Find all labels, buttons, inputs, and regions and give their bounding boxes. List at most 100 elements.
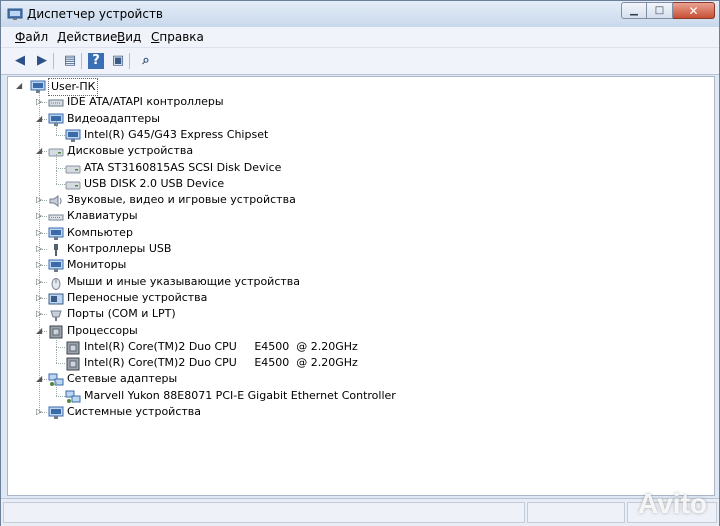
menu-label-rest: ид <box>125 30 142 44</box>
keyboard-icon <box>48 209 64 223</box>
expand-toggle[interactable]: ▷ <box>36 196 44 204</box>
tree-guide-line-child <box>56 153 57 168</box>
network-adapter-icon <box>65 389 81 403</box>
sound-device-icon <box>48 193 64 208</box>
expand-toggle[interactable]: ▷ <box>36 293 44 302</box>
close-icon: ✕ <box>688 3 699 18</box>
show-hide-icon[interactable]: ▣ <box>109 52 127 70</box>
disk-drive-icon <box>65 177 81 191</box>
computer-icon <box>30 79 46 93</box>
tree-device-label[interactable]: Intel(R) Core(TM)2 Duo CPU E4500 @ 2.20G… <box>84 355 358 371</box>
tree-category-label[interactable]: Переносные устройства <box>67 290 207 306</box>
portable-device-icon <box>48 291 64 305</box>
status-segment-2 <box>527 502 625 523</box>
tree-category-label[interactable]: Порты (COM и LPT) <box>67 306 176 322</box>
tree-device-label[interactable]: Intel(R) G45/G43 Express Chipset <box>84 127 268 143</box>
menu-1[interactable]: Действие <box>57 30 117 44</box>
tree-category-label[interactable]: Клавиатуры <box>67 208 138 224</box>
tree-connector-child <box>56 167 65 169</box>
tree-root-label[interactable]: User-ПК <box>48 78 99 96</box>
computer-icon <box>48 226 64 240</box>
usb-icon <box>48 242 64 256</box>
toolbar-separator <box>53 53 54 69</box>
caption-buttons: ▁ □ ✕ <box>621 2 715 20</box>
tree-category-label[interactable]: Мыши и иные указывающие устройства <box>67 274 300 290</box>
menu-0[interactable]: Файл <box>15 30 48 44</box>
expand-toggle[interactable]: ▷ <box>36 228 44 237</box>
monitor-icon <box>48 258 64 273</box>
tree-connector-child <box>56 134 65 136</box>
expand-toggle[interactable]: ▷ <box>36 277 44 286</box>
device-manager-icon <box>7 8 23 20</box>
tree-connector-child <box>56 363 65 365</box>
display-adapter-icon <box>65 128 81 142</box>
toolbar-separator <box>81 53 82 69</box>
expand-toggle[interactable]: ▷ <box>36 310 44 318</box>
collapse-toggle[interactable]: ◢ <box>36 375 44 383</box>
tree-connector-child <box>56 183 65 185</box>
help-icon[interactable]: ? <box>87 52 105 70</box>
menu-accelerator: В <box>117 30 126 44</box>
expand-toggle[interactable]: ▷ <box>36 261 44 269</box>
menu-2[interactable]: Вид <box>117 30 141 44</box>
tree-device-label[interactable]: ATA ST3160815AS SCSI Disk Device <box>84 160 281 176</box>
tree-category-label[interactable]: Звуковые, видео и игровые устройства <box>67 192 296 208</box>
expand-toggle[interactable]: ▷ <box>36 212 44 220</box>
menu-label-rest: правка <box>159 30 204 44</box>
maximize-button[interactable]: □ <box>647 2 673 19</box>
collapse-toggle[interactable]: ◢ <box>36 326 44 335</box>
window-title: Диспетчер устройств <box>27 7 164 21</box>
tree-category-label[interactable]: Сетевые адаптеры <box>67 371 177 387</box>
tree-connector-child <box>56 395 65 397</box>
processor-icon <box>65 356 81 371</box>
properties-icon[interactable]: ▤ <box>61 52 79 70</box>
tree-category-label[interactable]: Компьютер <box>67 225 133 241</box>
tree-category-label[interactable]: Дисковые устройства <box>67 143 193 159</box>
scan-hardware-icon[interactable]: ⌕ <box>137 52 155 70</box>
menu-3[interactable]: Справка <box>151 30 204 44</box>
expand-toggle[interactable]: ▷ <box>36 408 44 416</box>
expand-toggle-root[interactable]: ◢ <box>16 82 24 90</box>
tree-guide-line-child <box>56 332 57 347</box>
tree-category-label[interactable]: IDE ATA/ATAPI контроллеры <box>67 94 224 110</box>
system-device-icon <box>48 405 64 419</box>
processor-icon <box>65 340 81 355</box>
tree-category-label[interactable]: Контроллеры USB <box>67 241 171 257</box>
ide-controller-icon <box>48 95 64 109</box>
tree-guide-line-child <box>56 120 57 135</box>
port-icon <box>48 307 64 322</box>
maximize-icon: □ <box>654 5 665 16</box>
device-manager-window: Диспетчер устройств ▁ □ ✕ Файл Действие Ви… <box>0 0 720 526</box>
tree-device-label[interactable]: USB DISK 2.0 USB Device <box>84 176 224 192</box>
tree-category-label[interactable]: Видеоадаптеры <box>67 111 160 127</box>
collapse-toggle[interactable]: ◢ <box>36 114 44 123</box>
status-segment-main <box>3 502 525 523</box>
menu-label-rest: айл <box>25 30 49 44</box>
tree-device-label[interactable]: Intel(R) Core(TM)2 Duo CPU E4500 @ 2.20G… <box>84 339 358 355</box>
tree-category-label[interactable]: Процессоры <box>67 323 138 339</box>
disk-drive-icon <box>65 161 81 175</box>
device-tree[interactable]: ◢ User-ПК ▷ IDE ATA/ATAPI контроллеры ◢ Видео… <box>7 76 715 496</box>
toolbar: ◀ ▶ ▤? ▣ ⌕ <box>1 48 719 75</box>
status-bar <box>1 498 719 526</box>
tree-category-label[interactable]: Мониторы <box>67 257 126 273</box>
menu-label-rest: ействие <box>66 30 118 44</box>
expand-toggle[interactable]: ▷ <box>36 98 44 106</box>
toolbar-separator <box>129 53 130 69</box>
minimize-button[interactable]: ▁ <box>621 2 647 19</box>
tree-guide-line-child <box>56 169 57 184</box>
mouse-icon <box>48 275 64 290</box>
tree-category-label[interactable]: Системные устройства <box>67 404 201 420</box>
menu-accelerator: Ф <box>15 30 26 44</box>
tree-guide-line-child <box>56 349 57 364</box>
back-icon[interactable]: ◀ <box>11 52 29 70</box>
collapse-toggle[interactable]: ◢ <box>36 147 44 155</box>
tree-device-label[interactable]: Marvell Yukon 88E8071 PCI-E Gigabit Ethe… <box>84 388 396 404</box>
forward-icon[interactable]: ▶ <box>33 52 51 70</box>
close-button[interactable]: ✕ <box>673 2 715 19</box>
menu-accelerator: Д <box>57 30 67 44</box>
minimize-icon: ▁ <box>630 5 638 16</box>
title-bar[interactable]: Диспетчер устройств ▁ □ ✕ <box>1 1 719 27</box>
tree-connector-child <box>56 346 65 348</box>
expand-toggle[interactable]: ▷ <box>36 245 44 253</box>
